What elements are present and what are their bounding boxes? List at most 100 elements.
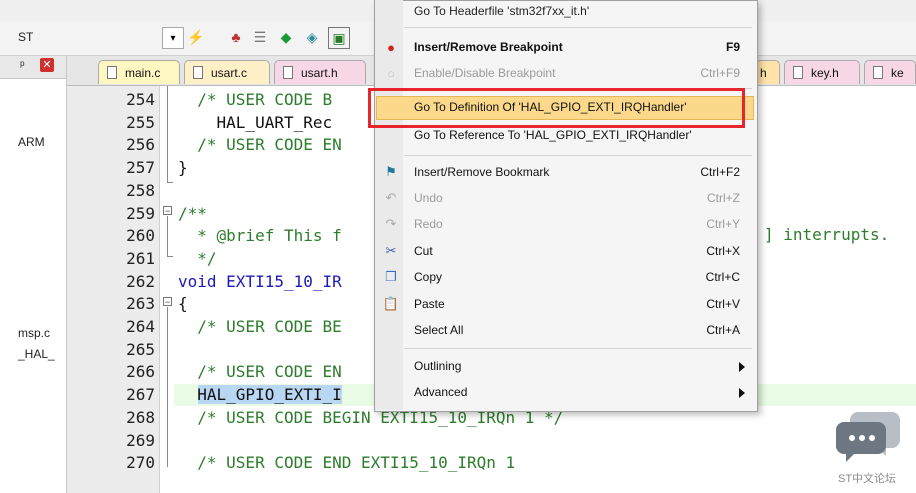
menu-item-copy[interactable]: Copy <box>414 270 442 284</box>
menu-separator <box>404 155 752 156</box>
menu-item-paste[interactable]: Paste <box>414 297 445 311</box>
menu-item-insert-remove-breakpoint[interactable]: Insert/Remove Breakpoint <box>414 40 563 54</box>
fold-toggle[interactable]: − <box>163 206 172 216</box>
tree-item[interactable]: msp.c <box>18 326 50 340</box>
menu-separator <box>404 27 752 28</box>
paste-icon: 📋 <box>382 296 400 311</box>
tab-label: usart.c <box>211 65 248 80</box>
breakpoint-disabled-icon: ○ <box>387 65 395 81</box>
tab-usart-c[interactable]: usart.c <box>184 60 270 84</box>
menu-separator <box>404 348 752 349</box>
line-number: 267 <box>126 385 155 404</box>
fold-toggle[interactable]: − <box>163 297 172 307</box>
scissors-icon: ✂ <box>385 243 397 258</box>
file-icon <box>873 66 883 79</box>
code-line[interactable]: void EXTI15_10_IR <box>178 272 342 291</box>
line-number: 270 <box>126 453 155 472</box>
code-line[interactable]: } <box>178 158 188 177</box>
tab-label: ke <box>891 65 904 80</box>
project-panel <box>0 56 67 493</box>
line-number: 266 <box>126 362 155 381</box>
menu-item-insert-remove-bookmark[interactable]: Insert/Remove Bookmark <box>414 165 549 179</box>
line-number: 255 <box>126 113 155 132</box>
project-label: ST <box>18 30 34 44</box>
bookmark-flag-icon: ⚑ <box>385 164 397 179</box>
pack-icon[interactable]: ◈ <box>302 27 322 47</box>
menu-shortcut: Ctrl+A <box>706 323 740 337</box>
close-icon[interactable]: ✕ <box>40 58 54 72</box>
menu-item-outlining[interactable]: Outlining <box>414 359 461 373</box>
menu-shortcut: Ctrl+V <box>706 297 740 311</box>
tab-partial-ke[interactable]: ke <box>864 60 916 84</box>
code-line[interactable]: HAL_GPIO_EXTI_I <box>178 385 342 404</box>
copy-icon: ❐ <box>385 269 397 284</box>
menu-item-redo[interactable]: Redo <box>414 217 443 231</box>
line-number: 262 <box>126 272 155 291</box>
menu-shortcut: Ctrl+F9 <box>700 66 740 80</box>
line-number: 257 <box>126 158 155 177</box>
fold-line <box>167 216 168 256</box>
undo-icon: ↶ <box>385 190 397 205</box>
submenu-arrow-icon <box>739 388 745 398</box>
code-line[interactable]: /* USER CODE EN <box>178 135 342 154</box>
options-icon[interactable]: ☰ <box>250 27 270 47</box>
menu-item-cut[interactable]: Cut <box>414 244 433 258</box>
annotation-highlight-box <box>368 88 745 128</box>
tab-label: key.h <box>811 65 839 80</box>
fold-line <box>167 307 168 467</box>
line-number: 254 <box>126 90 155 109</box>
menu-shortcut: Ctrl+Y <box>706 217 740 231</box>
menu-shortcut: F9 <box>725 40 740 54</box>
tab-partial[interactable]: h <box>756 60 780 84</box>
code-line[interactable]: /** <box>178 204 207 223</box>
dropdown-arrow-icon[interactable]: ▾ <box>162 27 184 49</box>
breakpoint-icon: ● <box>387 39 395 55</box>
tab-label: h <box>760 65 767 80</box>
line-number: 269 <box>126 431 155 450</box>
menu-item-enable-disable-breakpoint[interactable]: Enable/Disable Breakpoint <box>414 66 555 80</box>
line-number: 259 <box>126 204 155 223</box>
submenu-arrow-icon <box>739 362 745 372</box>
menu-item-go-to-reference-to-hal-gpio-exti-irqhandler[interactable]: Go To Reference To 'HAL_GPIO_EXTI_IRQHan… <box>414 128 692 142</box>
watermark-text: ST中文论坛 <box>838 473 897 485</box>
menu-shortcut: Ctrl+C <box>705 270 740 284</box>
code-line[interactable]: { <box>178 294 188 313</box>
menu-shortcut: Ctrl+Z <box>707 191 740 205</box>
tree-item[interactable]: ARM <box>18 135 45 149</box>
code-line[interactable]: /* USER CODE END EXTI15_10_IRQn 1 <box>178 453 515 472</box>
fold-line <box>167 86 168 182</box>
menu-shortcut: Ctrl+F2 <box>700 165 740 179</box>
tab-label: main.c <box>125 65 161 80</box>
line-number: 256 <box>126 135 155 154</box>
code-line[interactable]: /* USER CODE EN <box>178 362 342 381</box>
tree-item[interactable]: _HAL_ <box>18 347 55 361</box>
fold-end <box>167 256 173 257</box>
tab-main-c[interactable]: main.c <box>98 60 180 84</box>
menu-item-select-all[interactable]: Select All <box>414 323 463 337</box>
pin-icon[interactable]: ᵖ <box>20 58 25 72</box>
component-icon[interactable]: ◆ <box>276 27 296 47</box>
menu-item-go-to-headerfile[interactable]: Go To Headerfile 'stm32f7xx_it.h' <box>414 4 589 18</box>
menu-item-advanced[interactable]: Advanced <box>414 385 467 399</box>
code-line[interactable]: */ <box>178 249 216 268</box>
code-line[interactable]: * @brief This f <box>178 226 342 245</box>
code-line[interactable]: /* USER CODE B <box>178 90 332 109</box>
project-panel-header <box>0 56 66 79</box>
line-number: 261 <box>126 249 155 268</box>
tab-usart-h[interactable]: usart.h <box>274 60 366 84</box>
file-icon <box>283 66 293 79</box>
code-fragment: ] interrupts. <box>764 225 890 244</box>
wand-icon[interactable]: ⚡ <box>186 27 206 47</box>
build-icon[interactable]: ♣ <box>226 27 246 47</box>
line-number: 268 <box>126 408 155 427</box>
code-line[interactable]: HAL_UART_Rec <box>178 113 333 132</box>
file-icon <box>107 66 117 79</box>
menu-shortcut: Ctrl+X <box>706 244 740 258</box>
code-line[interactable]: /* USER CODE BE <box>178 317 342 336</box>
context-menu <box>374 0 758 412</box>
line-number: 258 <box>126 181 155 200</box>
menu-item-undo[interactable]: Undo <box>414 191 443 205</box>
redo-icon: ↷ <box>385 216 397 231</box>
manage-icon[interactable]: ▣ <box>328 27 350 49</box>
tab-key-h[interactable]: key.h <box>784 60 860 84</box>
